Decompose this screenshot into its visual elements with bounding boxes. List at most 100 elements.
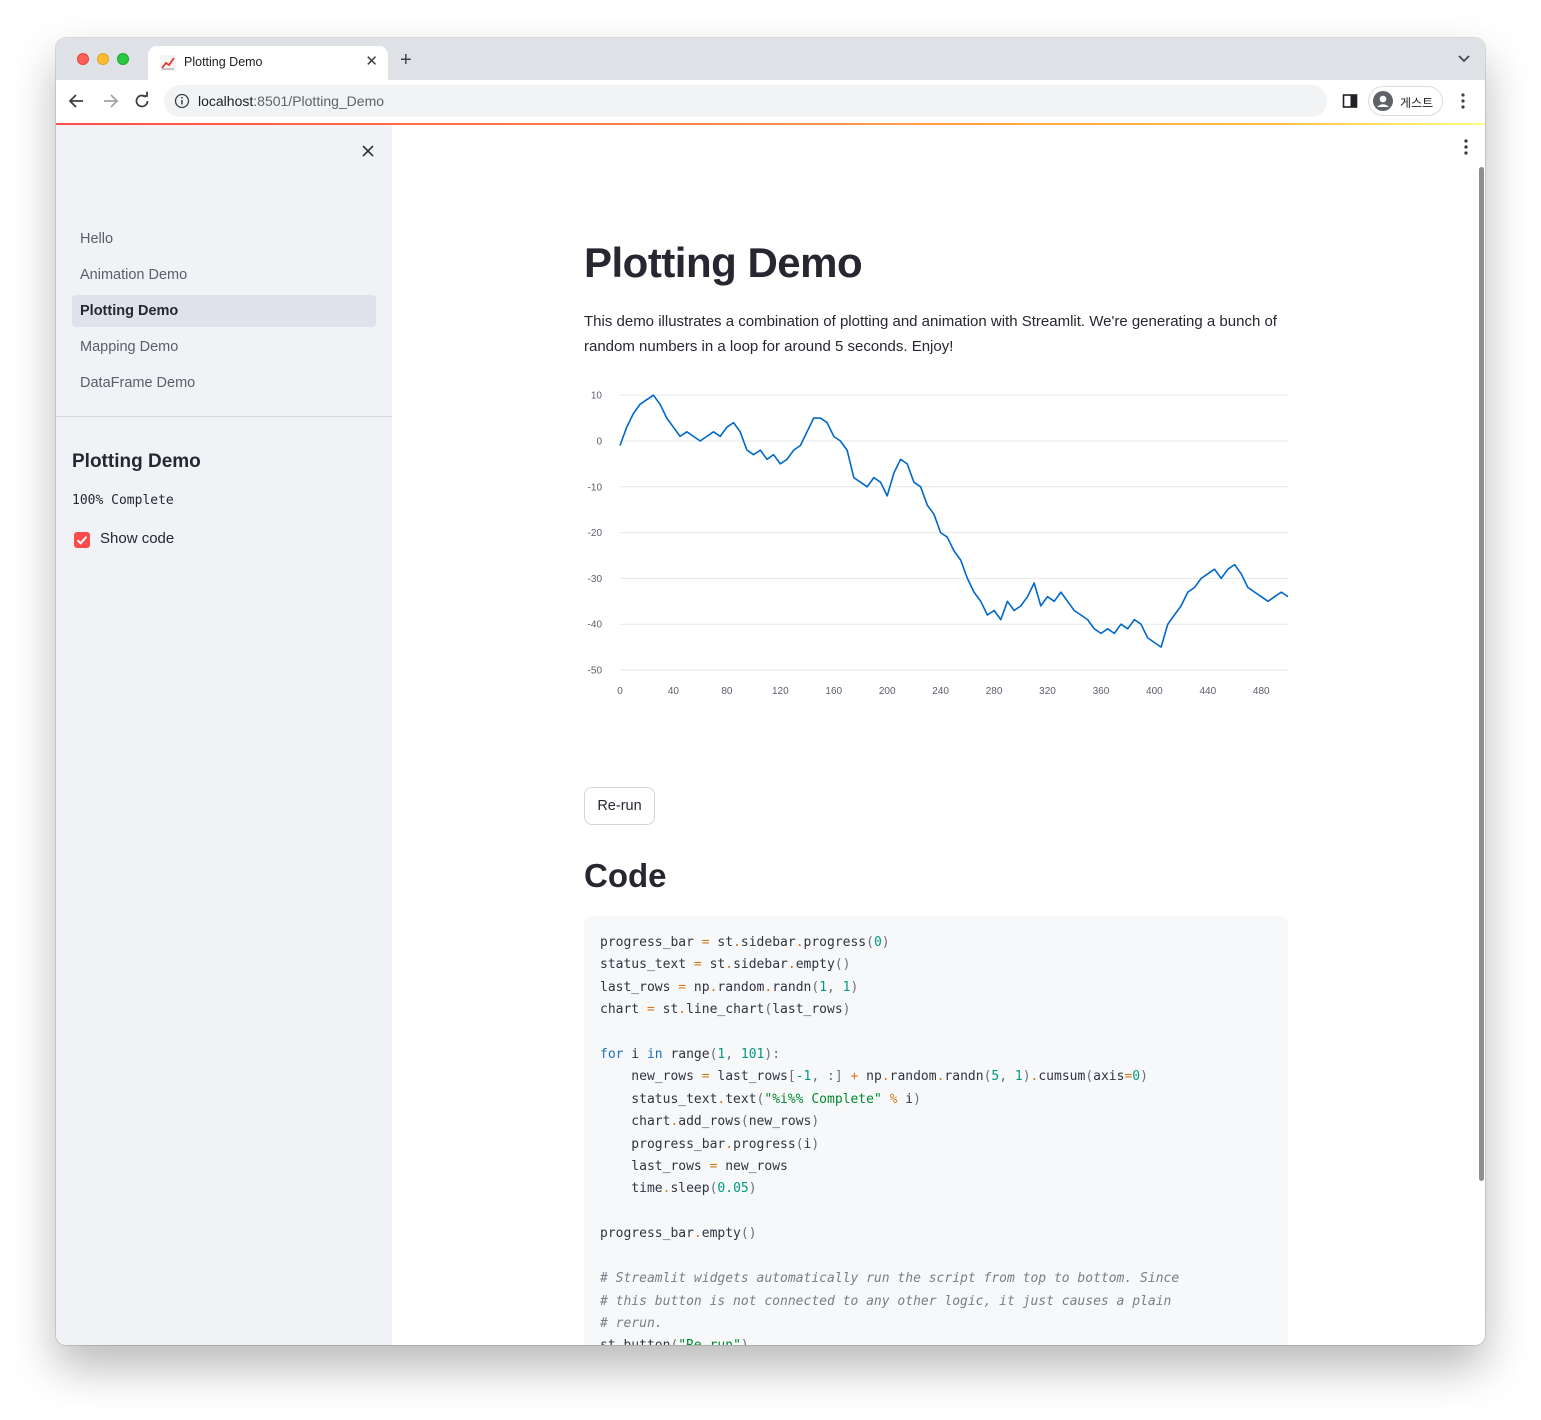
code-token: ): xyxy=(764,1047,781,1063)
code-line: new_rows = last_rows[-1, :] + np.random.… xyxy=(600,1066,1179,1088)
code-token: ) xyxy=(741,1338,749,1345)
code-token: progress_bar xyxy=(600,1226,694,1242)
code-token: = xyxy=(678,979,687,995)
forward-arrow-icon[interactable] xyxy=(100,91,120,111)
code-token: progress_bar xyxy=(600,1136,726,1152)
x-tick-label: 480 xyxy=(1253,686,1270,697)
code-token: np xyxy=(858,1069,882,1085)
code-token: ( xyxy=(795,1136,804,1152)
show-code-label[interactable]: Show code xyxy=(100,530,174,547)
sidebar-item-animation-demo[interactable]: Animation Demo xyxy=(72,259,376,291)
code-line: # Streamlit widgets automatically run th… xyxy=(600,1268,1179,1290)
code-token: . xyxy=(787,957,796,973)
sidebar-item-mapping-demo[interactable]: Mapping Demo xyxy=(72,331,376,363)
code-token: progress xyxy=(733,1136,796,1152)
x-tick-label: 80 xyxy=(721,686,733,697)
line-chart[interactable]: 10 0 -10 -20 -30 -40 -50 0 40 80 120 160 200 240 280 32… xyxy=(584,378,1289,708)
code-token: time xyxy=(600,1181,663,1197)
code-token: st xyxy=(654,1002,679,1018)
code-block[interactable]: progress_bar = st.sidebar.progress(0) sta… xyxy=(584,916,1288,1345)
code-token: progress_bar xyxy=(600,935,702,950)
code-token: , xyxy=(725,1047,741,1063)
close-sidebar-icon[interactable] xyxy=(359,142,377,160)
rerun-button[interactable]: Re-run xyxy=(584,787,655,825)
close-window-button[interactable] xyxy=(77,53,89,65)
profile-button[interactable]: 게스트 xyxy=(1368,86,1443,116)
code-token: 1 xyxy=(819,979,828,995)
app-menu-icon[interactable] xyxy=(1461,137,1471,157)
back-arrow-icon[interactable] xyxy=(67,91,87,111)
page-title: Plotting Demo xyxy=(584,239,863,286)
intro-paragraph: This demo illustrates a combination of p… xyxy=(584,313,1277,355)
x-tick-label: 40 xyxy=(668,686,680,697)
browser-tab[interactable]: Plotting Demo ✕ xyxy=(148,46,388,80)
tab-title: Plotting Demo xyxy=(184,55,263,69)
site-info-icon[interactable] xyxy=(174,93,190,109)
code-token: text xyxy=(725,1091,757,1107)
more-vertical-icon[interactable] xyxy=(1456,92,1470,110)
code-token: range xyxy=(662,1047,710,1063)
x-tick-label: 160 xyxy=(825,686,842,697)
code-line: st.button("Re-run") xyxy=(600,1335,1179,1345)
code-heading: Code xyxy=(584,857,667,894)
code-token: [ xyxy=(787,1069,796,1085)
sidebar-item-dataframe-demo[interactable]: DataFrame Demo xyxy=(72,367,376,399)
code-token: for xyxy=(600,1047,624,1063)
checkmark-icon xyxy=(76,536,88,545)
show-code-checkbox[interactable] xyxy=(74,532,90,548)
y-tick-label: 10 xyxy=(591,391,603,402)
sidebar: Hello Animation Demo Plotting Demo Mappi… xyxy=(56,125,392,1345)
code-token: 0 xyxy=(1132,1069,1141,1085)
minimize-window-button[interactable] xyxy=(97,53,109,65)
code-token: chart xyxy=(600,1002,647,1018)
code-token: ) xyxy=(811,1114,820,1130)
code-token: "Re-run" xyxy=(678,1338,741,1345)
code-token: st xyxy=(709,935,734,950)
sidebar-item-plotting-demo[interactable]: Plotting Demo xyxy=(72,295,376,327)
main-content: Plotting Demo This demo illustrates a co… xyxy=(392,125,1485,1345)
x-tick-label: 400 xyxy=(1146,686,1163,697)
code-token: = xyxy=(701,1069,710,1085)
x-tick-label: 120 xyxy=(772,686,789,697)
reload-icon[interactable] xyxy=(132,91,152,111)
y-tick-label: -20 xyxy=(588,528,603,539)
address-bar[interactable]: localhost:8501/Plotting_Demo xyxy=(164,85,1327,117)
sidebar-item-hello[interactable]: Hello xyxy=(72,223,376,255)
x-tick-label: 440 xyxy=(1199,686,1216,697)
code-token: last_rows xyxy=(600,979,679,995)
code-token: ) xyxy=(881,935,890,950)
code-token: ) xyxy=(748,1181,757,1197)
code-line: # this button is not connected to any ot… xyxy=(600,1291,1179,1313)
code-token: , :] xyxy=(811,1069,851,1085)
sidebar-divider xyxy=(56,416,392,417)
code-token: last_rows xyxy=(600,1159,710,1175)
code-token: = xyxy=(693,957,702,973)
code-token: % xyxy=(881,1091,906,1107)
code-token: ) xyxy=(850,979,859,995)
code-token: ) xyxy=(1140,1069,1148,1085)
url-path: :8501/Plotting_Demo xyxy=(253,93,385,109)
person-avatar-icon xyxy=(1373,91,1393,111)
scrollbar[interactable] xyxy=(1479,167,1484,1181)
tab-search-chevron-icon[interactable] xyxy=(1457,51,1471,65)
new-tab-button[interactable]: + xyxy=(400,49,412,72)
code-token: st xyxy=(701,957,726,973)
code-token: () xyxy=(740,1226,757,1242)
code-token: sidebar xyxy=(733,957,788,973)
code-token: button xyxy=(623,1338,670,1345)
tab-close-icon[interactable]: ✕ xyxy=(365,52,378,70)
code-line: progress_bar.progress(i) xyxy=(600,1134,1179,1156)
code-token: ( xyxy=(740,1114,749,1130)
code-token: status_text xyxy=(600,957,694,973)
maximize-window-button[interactable] xyxy=(117,53,129,65)
code-token: . xyxy=(733,935,741,950)
code-line: chart = st.line_chart(last_rows) xyxy=(600,999,1179,1021)
code-token: # Streamlit widgets automatically run th… xyxy=(600,1271,1180,1287)
code-token: ) xyxy=(842,1002,851,1018)
code-token: random xyxy=(889,1069,937,1085)
code-token: new_rows xyxy=(600,1069,702,1085)
browser-toolbar: localhost:8501/Plotting_Demo 게스트 xyxy=(56,80,1485,124)
side-panel-icon[interactable] xyxy=(1342,93,1358,109)
code-token: ) xyxy=(811,1136,820,1152)
